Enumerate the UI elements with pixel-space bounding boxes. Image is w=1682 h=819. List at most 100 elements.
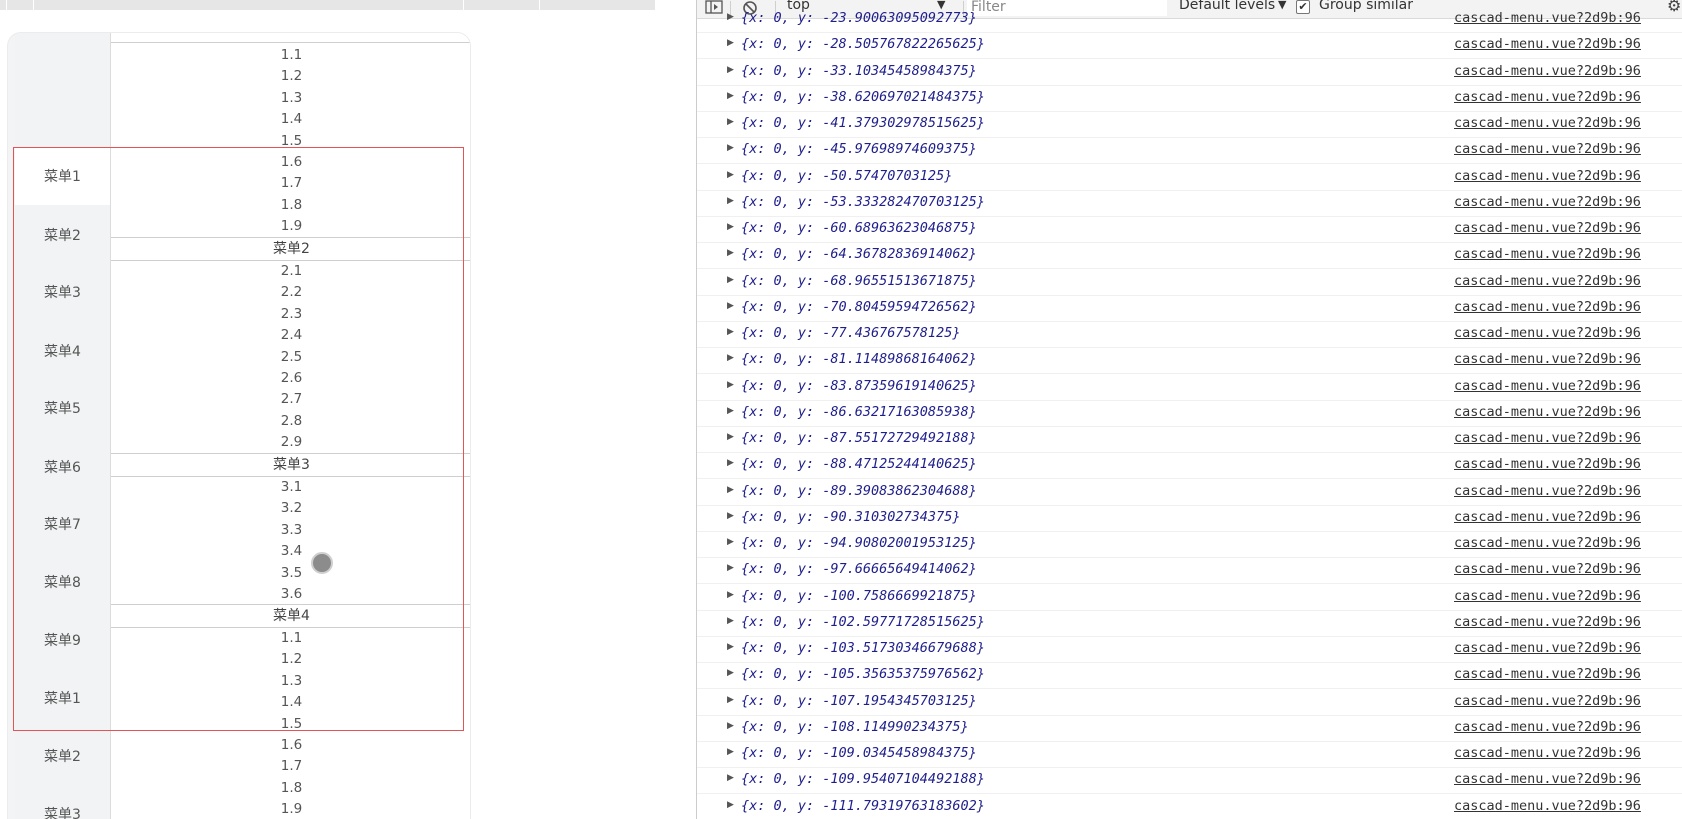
log-message[interactable]: {x: 0, y: -107.1954345703125} [741, 693, 977, 709]
log-message[interactable]: {x: 0, y: -102.59771728515625} [741, 614, 985, 630]
expand-arrow-icon[interactable]: ▶ [727, 117, 734, 127]
expand-arrow-icon[interactable]: ▶ [727, 668, 734, 678]
console-log-row[interactable]: ▶ {x: 0, y: -23.90063095092773} cascad-men… [697, 6, 1682, 33]
expand-arrow-icon[interactable]: ▶ [727, 380, 734, 390]
log-source-link[interactable]: cascad-menu.vue?2d9b:96 [1454, 745, 1641, 761]
log-source-link[interactable]: cascad-menu.vue?2d9b:96 [1454, 693, 1641, 709]
expand-arrow-icon[interactable]: ▶ [727, 91, 734, 101]
log-message[interactable]: {x: 0, y: -23.90063095092773} [741, 10, 977, 26]
menu-item[interactable]: 菜单5 [15, 379, 110, 437]
log-source-link[interactable]: cascad-menu.vue?2d9b:96 [1454, 798, 1641, 814]
console-log-row[interactable]: ▶ {x: 0, y: -109.0345458984375} cascad-men… [697, 741, 1682, 768]
log-source-link[interactable]: cascad-menu.vue?2d9b:96 [1454, 220, 1641, 236]
menu-item[interactable]: 菜单2 [15, 727, 110, 785]
sub-menu-item[interactable]: 1.6 [111, 151, 470, 173]
expand-arrow-icon[interactable]: ▶ [727, 12, 734, 22]
expand-arrow-icon[interactable]: ▶ [727, 695, 734, 705]
sub-menu-item[interactable]: 1.1 [111, 44, 470, 66]
log-source-link[interactable]: cascad-menu.vue?2d9b:96 [1454, 483, 1641, 499]
console-log-row[interactable]: ▶ {x: 0, y: -60.68963623046875} cascad-men… [697, 216, 1682, 243]
log-message[interactable]: {x: 0, y: -53.333282470703125} [741, 194, 985, 210]
console-log-row[interactable]: ▶ {x: 0, y: -107.1954345703125} cascad-men… [697, 689, 1682, 716]
log-source-link[interactable]: cascad-menu.vue?2d9b:96 [1454, 509, 1641, 525]
log-source-link[interactable]: cascad-menu.vue?2d9b:96 [1454, 273, 1641, 289]
menu-item[interactable]: 菜单3 [15, 263, 110, 321]
expand-arrow-icon[interactable]: ▶ [727, 642, 734, 652]
console-log-row[interactable]: ▶ {x: 0, y: -83.87359619140625} cascad-men… [697, 374, 1682, 401]
log-message[interactable]: {x: 0, y: -60.68963623046875} [741, 220, 977, 236]
log-source-link[interactable]: cascad-menu.vue?2d9b:96 [1454, 299, 1641, 315]
log-source-link[interactable]: cascad-menu.vue?2d9b:96 [1454, 535, 1641, 551]
menu-item[interactable]: 菜单3 [15, 785, 110, 819]
log-message[interactable]: {x: 0, y: -90.310302734375} [741, 509, 960, 525]
log-message[interactable]: {x: 0, y: -100.7586669921875} [741, 588, 977, 604]
expand-arrow-icon[interactable]: ▶ [727, 721, 734, 731]
log-source-link[interactable]: cascad-menu.vue?2d9b:96 [1454, 36, 1641, 52]
sub-menu-item[interactable]: 1.2 [111, 648, 470, 670]
console-log-row[interactable]: ▶ {x: 0, y: -28.505767822265625} cascad-me… [697, 32, 1682, 60]
log-message[interactable]: {x: 0, y: -109.0345458984375} [741, 745, 977, 761]
expand-arrow-icon[interactable]: ▶ [727, 537, 734, 547]
expand-arrow-icon[interactable]: ▶ [727, 485, 734, 495]
log-message[interactable]: {x: 0, y: -64.36782836914062} [741, 246, 977, 262]
log-source-link[interactable]: cascad-menu.vue?2d9b:96 [1454, 63, 1641, 79]
log-source-link[interactable]: cascad-menu.vue?2d9b:96 [1454, 430, 1641, 446]
expand-arrow-icon[interactable]: ▶ [727, 511, 734, 521]
menu-item[interactable]: 菜单4 [15, 322, 110, 380]
sub-menu-item[interactable]: 2.4 [111, 324, 470, 346]
console-log-row[interactable]: ▶ {x: 0, y: -33.10345458984375} cascad-men… [697, 59, 1682, 86]
log-message[interactable]: {x: 0, y: -70.80459594726562} [741, 299, 977, 315]
expand-arrow-icon[interactable]: ▶ [727, 800, 734, 810]
menu-item[interactable]: 菜单2 [15, 206, 110, 264]
sub-menu-item[interactable]: 2.7 [111, 388, 470, 410]
sub-menu-item[interactable]: 3.2 [111, 497, 470, 519]
sub-menu-item[interactable]: 1.8 [111, 777, 470, 799]
expand-arrow-icon[interactable]: ▶ [727, 170, 734, 180]
sub-menu-item[interactable]: 3.1 [111, 476, 470, 498]
sub-menu-item[interactable]: 1.8 [111, 194, 470, 216]
expand-arrow-icon[interactable]: ▶ [727, 458, 734, 468]
console-log-row[interactable]: ▶ {x: 0, y: -90.310302734375} cascad-menu.… [697, 505, 1682, 532]
log-message[interactable]: {x: 0, y: -45.97698974609375} [741, 141, 977, 157]
sub-menu-item[interactable]: 3.6 [111, 583, 470, 605]
sub-menu-item[interactable]: 1.1 [111, 627, 470, 649]
console-log-list[interactable]: ▶ {x: 0, y: -23.90063095092773} cascad-men… [697, 10, 1682, 819]
sub-menu-item[interactable]: 1.5 [111, 130, 470, 152]
log-source-link[interactable]: cascad-menu.vue?2d9b:96 [1454, 351, 1641, 367]
sub-menu-item[interactable]: 3.5 [111, 562, 470, 584]
log-message[interactable]: {x: 0, y: -86.63217163085938} [741, 404, 977, 420]
log-source-link[interactable]: cascad-menu.vue?2d9b:96 [1454, 666, 1641, 682]
log-source-link[interactable]: cascad-menu.vue?2d9b:96 [1454, 115, 1641, 131]
log-message[interactable]: {x: 0, y: -28.505767822265625} [741, 36, 985, 52]
console-log-row[interactable]: ▶ {x: 0, y: -70.80459594726562} cascad-men… [697, 295, 1682, 322]
log-message[interactable]: {x: 0, y: -103.51730346679688} [741, 640, 985, 656]
menu-item[interactable]: 菜单1 [15, 147, 110, 205]
log-message[interactable]: {x: 0, y: -89.39083862304688} [741, 483, 977, 499]
menu-item[interactable]: 菜单9 [15, 611, 110, 669]
sub-menu-item[interactable]: 3.3 [111, 519, 470, 541]
log-message[interactable]: {x: 0, y: -109.95407104492188} [741, 771, 985, 787]
console-log-row[interactable]: ▶ {x: 0, y: -45.97698974609375} cascad-men… [697, 137, 1682, 165]
log-source-link[interactable]: cascad-menu.vue?2d9b:96 [1454, 719, 1641, 735]
sub-menu-item[interactable]: 2.9 [111, 431, 470, 453]
console-log-row[interactable]: ▶ {x: 0, y: -38.620697021484375} cascad-me… [697, 85, 1682, 112]
expand-arrow-icon[interactable]: ▶ [727, 275, 734, 285]
console-log-row[interactable]: ▶ {x: 0, y: -100.7586669921875} cascad-men… [697, 584, 1682, 611]
log-source-link[interactable]: cascad-menu.vue?2d9b:96 [1454, 404, 1641, 420]
expand-arrow-icon[interactable]: ▶ [727, 353, 734, 363]
expand-arrow-icon[interactable]: ▶ [727, 327, 734, 337]
expand-arrow-icon[interactable]: ▶ [727, 616, 734, 626]
console-log-row[interactable]: ▶ {x: 0, y: -53.333282470703125} cascad-me… [697, 190, 1682, 217]
sub-menu-item[interactable]: 1.7 [111, 172, 470, 194]
expand-arrow-icon[interactable]: ▶ [727, 773, 734, 783]
log-message[interactable]: {x: 0, y: -83.87359619140625} [741, 378, 977, 394]
menu-item[interactable]: 菜单6 [15, 438, 110, 496]
log-message[interactable]: {x: 0, y: -68.96551513671875} [741, 273, 977, 289]
console-log-row[interactable]: ▶ {x: 0, y: -41.379302978515625} cascad-me… [697, 111, 1682, 138]
log-source-link[interactable]: cascad-menu.vue?2d9b:96 [1454, 771, 1641, 787]
expand-arrow-icon[interactable]: ▶ [727, 248, 734, 258]
expand-arrow-icon[interactable]: ▶ [727, 590, 734, 600]
console-log-row[interactable]: ▶ {x: 0, y: -88.47125244140625} cascad-men… [697, 452, 1682, 480]
sub-menu-item[interactable]: 2.2 [111, 281, 470, 303]
sub-menu-item[interactable]: 3.4 [111, 540, 470, 562]
